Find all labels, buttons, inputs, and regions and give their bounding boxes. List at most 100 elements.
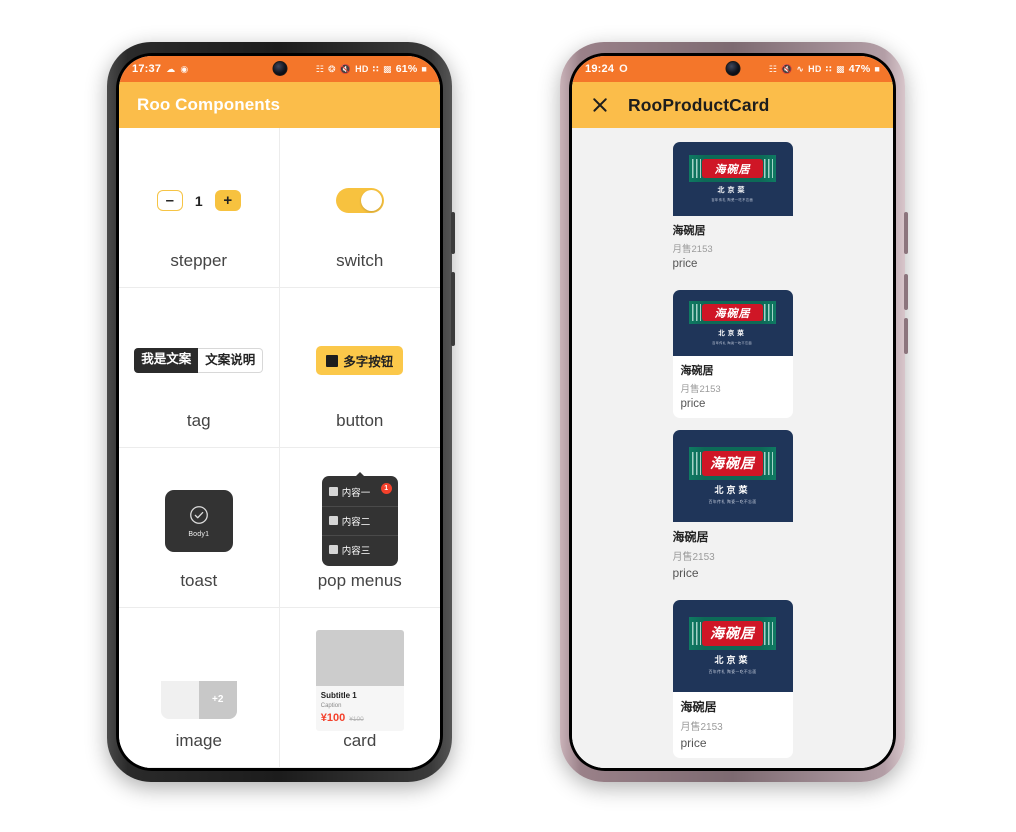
wifi-icon: ∿ <box>796 63 805 74</box>
product-list[interactable]: 海碗居 北京菜 百年传礼 陶瓷一吃不忘面 海碗居 月售2153 price 海碗… <box>572 128 893 768</box>
card-demo: Subtitle 1 Caption ¥100 ¥100 <box>286 630 435 731</box>
menu-square-icon <box>328 487 338 496</box>
grid-cell-image[interactable]: +2 image <box>119 608 280 768</box>
phone-left: 17:37 ☁ ◉ ☷ ❂ 🔇 HD ∷ ▩ 61% ■ Roo Compone… <box>107 42 455 782</box>
battery-percent: 61% <box>395 63 418 75</box>
product-info: 海碗居 月售2153 price <box>673 216 793 278</box>
restaurant-logo: 海碗居 北京菜 百年传礼 陶瓷一吃不忘面 <box>673 142 793 216</box>
card-thumbnail <box>315 630 404 686</box>
cell-label-tag: tag <box>186 411 211 430</box>
grid-cell-button[interactable]: 多字按钮 button <box>279 288 440 448</box>
close-icon[interactable] <box>590 95 610 115</box>
product-sales: 月售2153 <box>672 552 715 563</box>
product-card-component[interactable]: Subtitle 1 Caption ¥100 ¥100 <box>315 630 404 731</box>
volume-down-button-right[interactable] <box>904 318 908 354</box>
image-demo: +2 <box>125 630 273 731</box>
product-image: 海碗居 北京菜 百年传礼 陶瓷一吃不忘面 <box>672 142 793 216</box>
logo-cuisine: 北京菜 <box>714 485 751 496</box>
product-info: 海碗居 月售2153 price <box>673 356 793 418</box>
network-speed-icon: ☷ <box>768 63 777 74</box>
popup-menu-item-label: 内容三 <box>341 545 371 557</box>
grid-cell-toast[interactable]: Body1 toast <box>119 448 280 608</box>
status-bar-right-group: ☷ 🔇 ∿ HD ∷ ▩ 47% ■ <box>769 63 880 75</box>
dual-sim-icon: ∷ <box>825 63 833 74</box>
card-price-row: ¥100 ¥100 <box>321 712 399 724</box>
product-name: 海碗居 <box>680 365 714 377</box>
power-button-right[interactable] <box>904 212 908 254</box>
popup-menu-item[interactable]: 内容二 <box>321 505 398 535</box>
product-name: 海碗居 <box>672 530 709 544</box>
product-card[interactable]: 海碗居 北京菜 百年传礼 陶瓷一吃不忘面 海碗居 月售2153 price <box>672 600 793 758</box>
menu-square-icon <box>328 516 338 525</box>
volume-up-button-right[interactable] <box>904 274 908 310</box>
dual-sim-icon: ∷ <box>372 63 380 74</box>
volume-button-left[interactable] <box>451 272 455 346</box>
logo-plaque: 海碗居 <box>689 300 776 325</box>
product-card[interactable]: 海碗居 北京菜 百年传礼 陶瓷一吃不忘面 海碗居 月售2153 price <box>672 142 793 278</box>
popup-menu-item[interactable]: 内容一 1 <box>322 478 398 506</box>
logo-cuisine: 北京菜 <box>717 186 748 194</box>
status-bar-right-group: ☷ ❂ 🔇 HD ∷ ▩ 61% ■ <box>316 63 427 75</box>
battery-icon: ■ <box>421 63 427 74</box>
toggle-switch[interactable] <box>335 188 384 213</box>
logo-plaque-title: 海碗居 <box>702 451 763 476</box>
product-price: price <box>672 258 698 270</box>
appbar-left: Roo Components <box>119 82 440 128</box>
phone-bezel-right: 19:24 O ☷ 🔇 ∿ HD ∷ ▩ 47% ■ RooProductCar… <box>569 53 896 771</box>
product-info: 海碗居 月售2153 price <box>673 692 793 758</box>
switch-knob <box>360 190 382 211</box>
stepper-minus-button[interactable]: – <box>156 190 183 211</box>
card-original-price: ¥100 <box>349 716 364 723</box>
status-time: 17:37 <box>132 63 162 75</box>
tag-primary: 我是文案 <box>134 348 199 373</box>
power-button-left[interactable] <box>451 212 455 254</box>
image-tile-overflow[interactable]: +2 <box>198 680 237 719</box>
product-card[interactable]: 海碗居 北京菜 百年传礼 陶瓷一吃不忘面 海碗居 月售2153 price <box>672 430 793 588</box>
app-icon: ◉ <box>180 63 189 74</box>
bluetooth-icon: ❂ <box>327 63 336 74</box>
card-price: ¥100 <box>320 712 346 724</box>
product-name: 海碗居 <box>680 700 717 714</box>
image-tile <box>160 680 199 719</box>
cell-label-card: card <box>343 731 377 750</box>
roo-button[interactable]: 多字按钮 <box>316 346 404 375</box>
grid-cell-tag[interactable]: 我是文案 文案说明 tag <box>119 288 280 448</box>
stepper-plus-button[interactable]: + <box>214 190 241 211</box>
product-image: 海碗居 北京菜 百年传礼 陶瓷一吃不忘面 <box>672 430 793 522</box>
page-title: Roo Components <box>137 95 281 114</box>
logo-subtitle: 百年传礼 陶瓷一吃不忘面 <box>708 669 757 674</box>
status-bar-left: 17:37 ☁ ◉ ☷ ❂ 🔇 HD ∷ ▩ 61% ■ <box>119 56 440 82</box>
product-card[interactable]: 海碗居 北京菜 百年传礼 陶瓷一吃不忘面 海碗居 月售2153 price <box>672 290 793 418</box>
popup-menu-item-label: 内容二 <box>341 516 371 528</box>
stepper-control[interactable]: – 1 + <box>156 190 241 211</box>
logo-plaque-title: 海碗居 <box>702 158 763 179</box>
grid-cell-card[interactable]: Subtitle 1 Caption ¥100 ¥100 card <box>279 608 440 768</box>
signal-icon: ▩ <box>383 63 392 74</box>
logo-plaque: 海碗居 <box>689 616 776 651</box>
product-sales: 月售2153 <box>680 722 723 733</box>
stepper-value: 1 <box>194 192 203 209</box>
image-tile <box>160 642 199 681</box>
product-name: 海碗居 <box>672 225 706 237</box>
image-grid-component[interactable]: +2 <box>160 642 237 719</box>
logo-subtitle: 百年传礼 陶瓷一吃不忘面 <box>711 198 754 202</box>
phone-bezel-left: 17:37 ☁ ◉ ☷ ❂ 🔇 HD ∷ ▩ 61% ■ Roo Compone… <box>116 53 443 771</box>
toast-demo: Body1 <box>125 470 273 571</box>
card-meta: Subtitle 1 Caption ¥100 ¥100 <box>316 686 404 731</box>
screenshot-canvas: 17:37 ☁ ◉ ☷ ❂ 🔇 HD ∷ ▩ 61% ■ Roo Compone… <box>0 0 1016 832</box>
tag-group[interactable]: 我是文案 文案说明 <box>134 348 264 373</box>
grid-cell-switch[interactable]: switch <box>279 128 440 288</box>
component-grid: – 1 + stepper switch 我是文案 文案说明 tag 多字按钮 … <box>119 128 440 768</box>
card-subtitle: Subtitle 1 <box>320 691 357 700</box>
network-speed-icon: ☷ <box>315 63 324 74</box>
grid-cell-stepper[interactable]: – 1 + stepper <box>119 128 280 288</box>
popup-menu[interactable]: 内容一 1 内容二 内容三 <box>321 475 398 566</box>
phone-screen-left: 17:37 ☁ ◉ ☷ ❂ 🔇 HD ∷ ▩ 61% ■ Roo Compone… <box>119 56 440 768</box>
product-price: price <box>672 566 699 580</box>
grid-cell-popmenus[interactable]: 内容一 1 内容二 内容三 pop menus <box>279 448 440 608</box>
menu-square-icon <box>328 545 338 554</box>
tag-demo: 我是文案 文案说明 <box>125 310 273 411</box>
hd-icon: HD <box>808 63 822 74</box>
menu-badge: 1 <box>380 482 392 494</box>
popup-menu-item[interactable]: 内容三 <box>321 534 398 564</box>
